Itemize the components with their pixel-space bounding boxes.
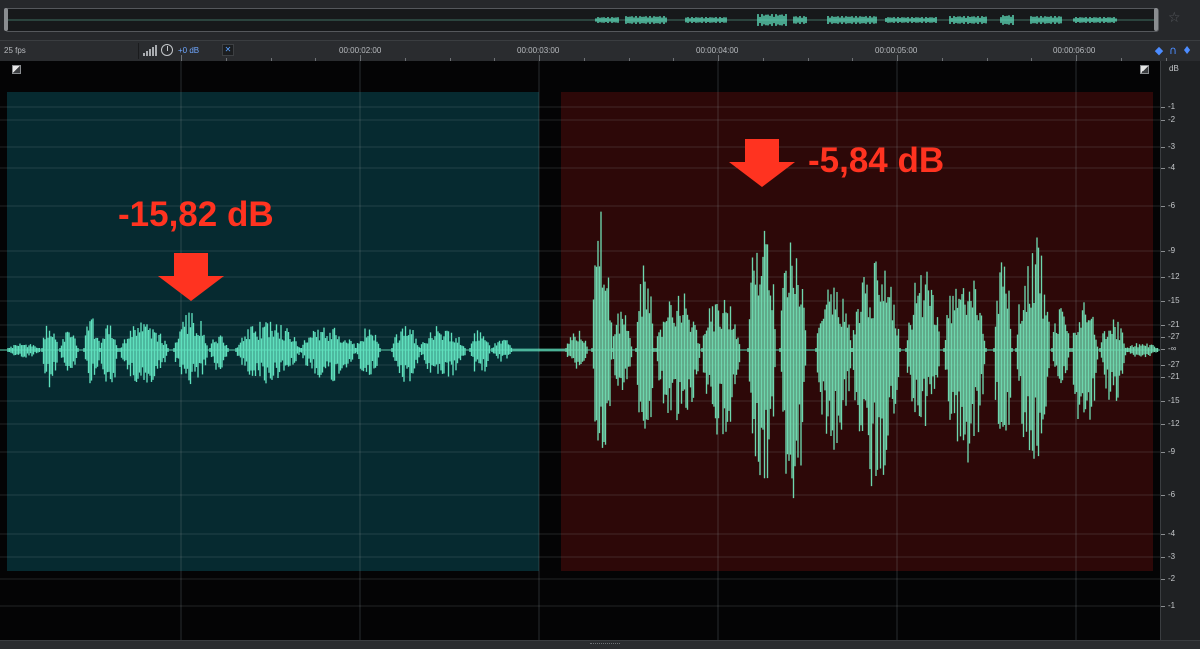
db-label: -6 [1168,201,1176,210]
db-tick [1161,337,1165,338]
zoom-icon[interactable]: ∩ [1168,44,1178,57]
overview-panel: ☆ [0,0,1200,40]
db-tick [1161,424,1165,425]
waveform-view[interactable]: -15,82 dB -5,84 dB [0,61,1160,640]
ruler-label-2s: 00:00:02:00 [339,46,382,55]
resize-grip[interactable] [590,643,620,647]
snap-icon[interactable]: ◆ [1154,44,1164,57]
db-label: -4 [1168,529,1176,538]
overview-right-handle[interactable] [1154,8,1158,31]
db-tick [1161,325,1165,326]
gain-value[interactable]: +0 dB [178,46,199,55]
db-label: -12 [1168,419,1180,428]
frame-rate-label: 25 fps [4,46,26,55]
waveform-canvas[interactable] [0,61,1160,640]
db-scale: dB -1 -2 -3 -4 -6 -9 -12 -15 -21 -27 -∞ -27 -21 -15 -1… [1160,61,1200,640]
audio-editor: ☆ 25 fps +0 dB ✕ 00:00:02:00 00:00:03:00… [0,0,1200,649]
db-label: -15 [1168,396,1180,405]
ruler-label-6s: 00:00:06:00 [1053,46,1096,55]
pin-icon[interactable]: ✕ [222,44,234,56]
overview-scrollbar[interactable] [5,8,1159,32]
overview-left-handle[interactable] [4,8,8,31]
db-tick [1161,377,1165,378]
timeline-ruler[interactable]: 25 fps +0 dB ✕ 00:00:02:00 00:00:03:00 0… [0,40,1200,62]
db-label: -27 [1168,360,1180,369]
db-tick [1161,301,1165,302]
db-label: -6 [1168,490,1176,499]
db-tick [1161,349,1165,350]
db-tick [1161,557,1165,558]
db-tick [1161,365,1165,366]
db-tick [1161,579,1165,580]
db-label: -15 [1168,296,1180,305]
star-icon[interactable]: ☆ [1168,10,1181,26]
db-tick [1161,107,1165,108]
db-tick [1161,534,1165,535]
db-label: -21 [1168,372,1180,381]
db-tick [1161,606,1165,607]
db-label: -27 [1168,332,1180,341]
right-level-annotation: -5,84 dB [808,141,945,180]
db-tick [1161,401,1165,402]
db-label: -∞ [1168,344,1177,353]
corner-select-icon[interactable] [12,65,21,74]
overview-waveform [8,14,1156,26]
db-tick [1161,206,1165,207]
gain-knob-icon[interactable] [161,44,173,56]
db-tick [1161,495,1165,496]
db-label: -1 [1168,601,1176,610]
marker-icon[interactable]: ♦ [1182,44,1192,57]
db-tick [1161,147,1165,148]
db-label: -9 [1168,447,1176,456]
ruler-label-4s: 00:00:04:00 [696,46,739,55]
db-label: -3 [1168,142,1176,151]
db-tick [1161,120,1165,121]
db-tick [1161,168,1165,169]
corner-select-icon[interactable] [1140,65,1149,74]
view-controls: ◆ ∩ ♦ [1154,44,1198,59]
db-label: -2 [1168,115,1176,124]
left-level-annotation: -15,82 dB [118,195,274,234]
down-arrow-icon [729,139,795,187]
db-tick [1161,277,1165,278]
db-unit-label: dB [1169,64,1179,73]
ruler-label-5s: 00:00:05:00 [875,46,918,55]
ruler-label-3s: 00:00:03:00 [517,46,560,55]
db-label: -2 [1168,574,1176,583]
db-label: -21 [1168,320,1180,329]
db-label: -9 [1168,246,1176,255]
db-tick [1161,452,1165,453]
db-tick [1161,251,1165,252]
level-meter-icon[interactable] [143,45,157,56]
down-arrow-icon [158,253,224,301]
db-label: -3 [1168,552,1176,561]
divider [138,43,139,59]
db-label: -12 [1168,272,1180,281]
db-label: -4 [1168,163,1176,172]
db-label: -1 [1168,102,1176,111]
